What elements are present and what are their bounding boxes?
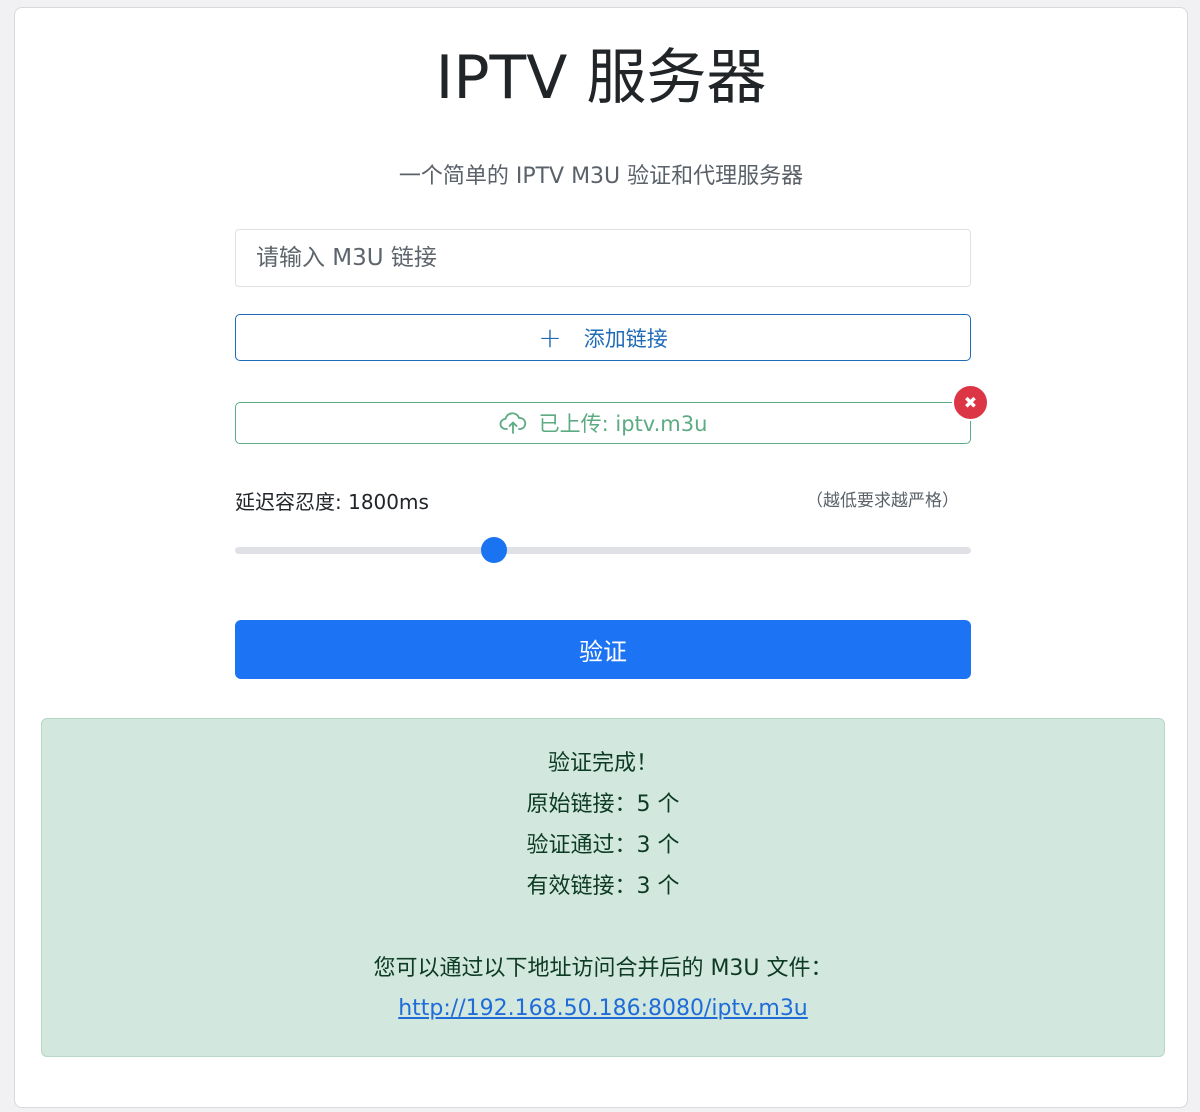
result-verified-links: 验证通过：3 个 — [526, 833, 680, 858]
main-card: IPTV 服务器 一个简单的 IPTV M3U 验证和代理服务器 + 添加链接 … — [14, 7, 1188, 1108]
plus-icon: + — [538, 320, 562, 354]
remove-upload-button[interactable]: ✖ — [952, 384, 989, 421]
page-subtitle: 一个简单的 IPTV M3U 验证和代理服务器 — [398, 164, 804, 189]
result-panel: 验证完成！ 原始链接：5 个 验证通过：3 个 有效链接：3 个 您可以通过以下… — [41, 718, 1165, 1057]
close-icon: ✖ — [963, 393, 978, 412]
result-title: 验证完成！ — [547, 751, 658, 776]
verify-button-label: 验证 — [579, 638, 627, 666]
add-link-label: 添加链接 — [583, 326, 668, 351]
uploaded-file-box[interactable]: 已上传: iptv.m3u — [235, 402, 971, 444]
result-access-message: 您可以通过以下地址访问合并后的 M3U 文件： — [373, 956, 833, 981]
latency-slider[interactable] — [235, 537, 971, 563]
cloud-upload-icon — [499, 412, 526, 434]
verify-button[interactable]: 验证 — [235, 620, 971, 679]
m3u-url-input[interactable] — [235, 229, 971, 287]
result-original-links: 原始链接：5 个 — [526, 792, 680, 817]
latency-hint: （越低要求越严格） — [806, 491, 959, 511]
page-title: IPTV 服务器 — [435, 43, 767, 113]
latency-label: 延迟容忍度: 1800ms — [235, 490, 429, 514]
latency-slider-thumb[interactable] — [481, 537, 508, 563]
add-link-button[interactable]: + 添加链接 — [235, 314, 971, 361]
m3u-file-link[interactable]: http://192.168.50.186:8080/iptv.m3u — [398, 996, 808, 1021]
result-link-row: http://192.168.50.186:8080/iptv.m3u — [42, 994, 1164, 1024]
uploaded-file-label: 已上传: iptv.m3u — [538, 412, 708, 436]
result-valid-links: 有效链接：3 个 — [526, 874, 680, 899]
